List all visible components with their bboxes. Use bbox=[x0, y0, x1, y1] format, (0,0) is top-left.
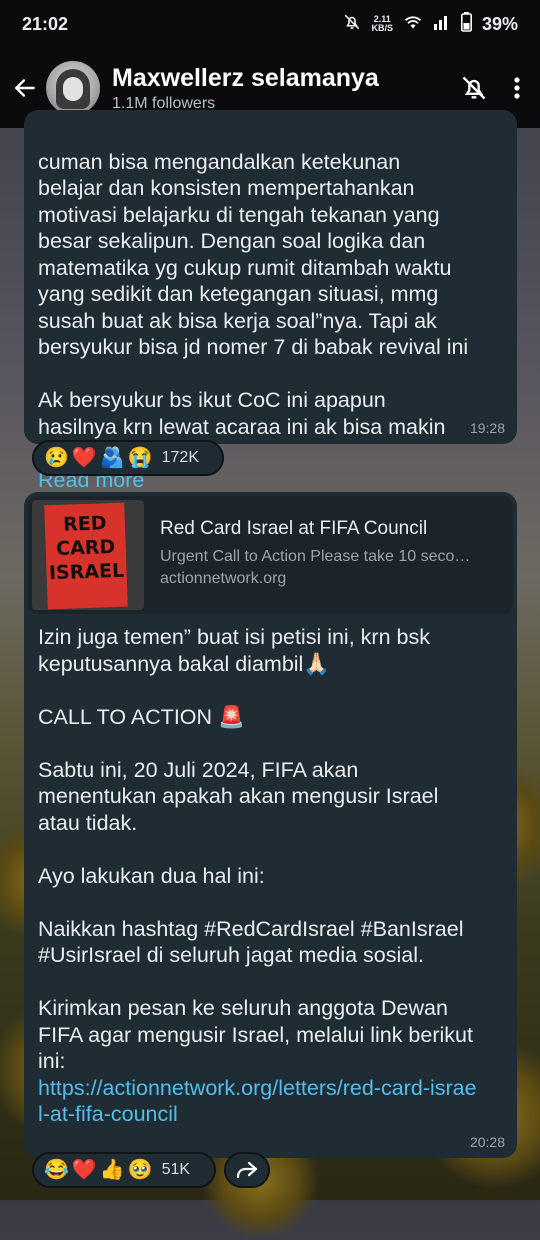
message-bubble[interactable]: RED CARD ISRAEL Red Card Israel at FIFA Co… bbox=[24, 492, 517, 1158]
wifi-icon bbox=[403, 14, 423, 35]
reaction-emoji: ❤️ bbox=[71, 447, 97, 469]
message-time: 20:28 bbox=[469, 1134, 505, 1150]
reaction-emoji: 😭 bbox=[127, 447, 153, 469]
battery-percent: 39% bbox=[481, 13, 518, 34]
preview-domain: actionnetwork.org bbox=[160, 570, 287, 587]
forward-icon[interactable] bbox=[224, 1152, 270, 1188]
reaction-emoji: 🫂 bbox=[99, 447, 125, 469]
reaction-emoji: 😂 bbox=[44, 1159, 69, 1181]
signal-icon bbox=[433, 14, 451, 35]
more-vert-icon[interactable] bbox=[502, 66, 532, 110]
channel-info[interactable]: Maxwellerz selamanya 1.1M followers bbox=[112, 64, 452, 113]
dnd-bell-icon bbox=[343, 13, 361, 36]
message-bubble[interactable]: cuman bisa mengandalkan ketekunan belaja… bbox=[24, 110, 517, 492]
reaction-emoji: 🥹 bbox=[127, 1159, 153, 1181]
preview-description: Urgent Call to Action Please take 10 sec… bbox=[160, 548, 471, 565]
status-time: 21:02 bbox=[22, 13, 69, 34]
link-preview[interactable]: RED CARD ISRAEL Red Card Israel at FIFA Co… bbox=[28, 496, 513, 614]
message-text: cuman bisa mengandalkan ketekunan belaja… bbox=[38, 149, 469, 466]
reaction-emoji: 👍 bbox=[99, 1159, 125, 1181]
status-bar: 21:02 2.11 KB/S 39% bbox=[0, 0, 540, 48]
preview-title: Red Card Israel at FIFA Council bbox=[160, 518, 428, 539]
reactions-bar[interactable]: 😢 ❤️ 🫂 😭 172K bbox=[32, 440, 224, 476]
reaction-emoji: ❤️ bbox=[71, 1159, 97, 1181]
network-speed: 2.11 KB/S bbox=[371, 14, 393, 33]
message-time: 19:28 bbox=[469, 420, 505, 436]
reaction-count: 51K bbox=[161, 1161, 191, 1178]
preview-image: RED CARD ISRAEL bbox=[32, 500, 144, 610]
mute-bell-icon[interactable] bbox=[452, 66, 496, 110]
channel-title: Maxwellerz selamanya bbox=[112, 63, 379, 92]
reaction-count: 172K bbox=[161, 449, 199, 466]
back-arrow-icon[interactable] bbox=[8, 71, 42, 105]
avatar[interactable] bbox=[46, 61, 100, 115]
reaction-emoji: 😢 bbox=[44, 447, 69, 469]
reactions-bar[interactable]: 😂 ❤️ 👍 🥹 51K bbox=[32, 1152, 216, 1188]
petition-link[interactable]: https://actionnetwork.org/letters/red-ca… bbox=[38, 1075, 478, 1128]
battery-icon bbox=[460, 11, 472, 37]
message-text: Izin juga temen” buat isi petisi ini, kr… bbox=[38, 625, 473, 1073]
